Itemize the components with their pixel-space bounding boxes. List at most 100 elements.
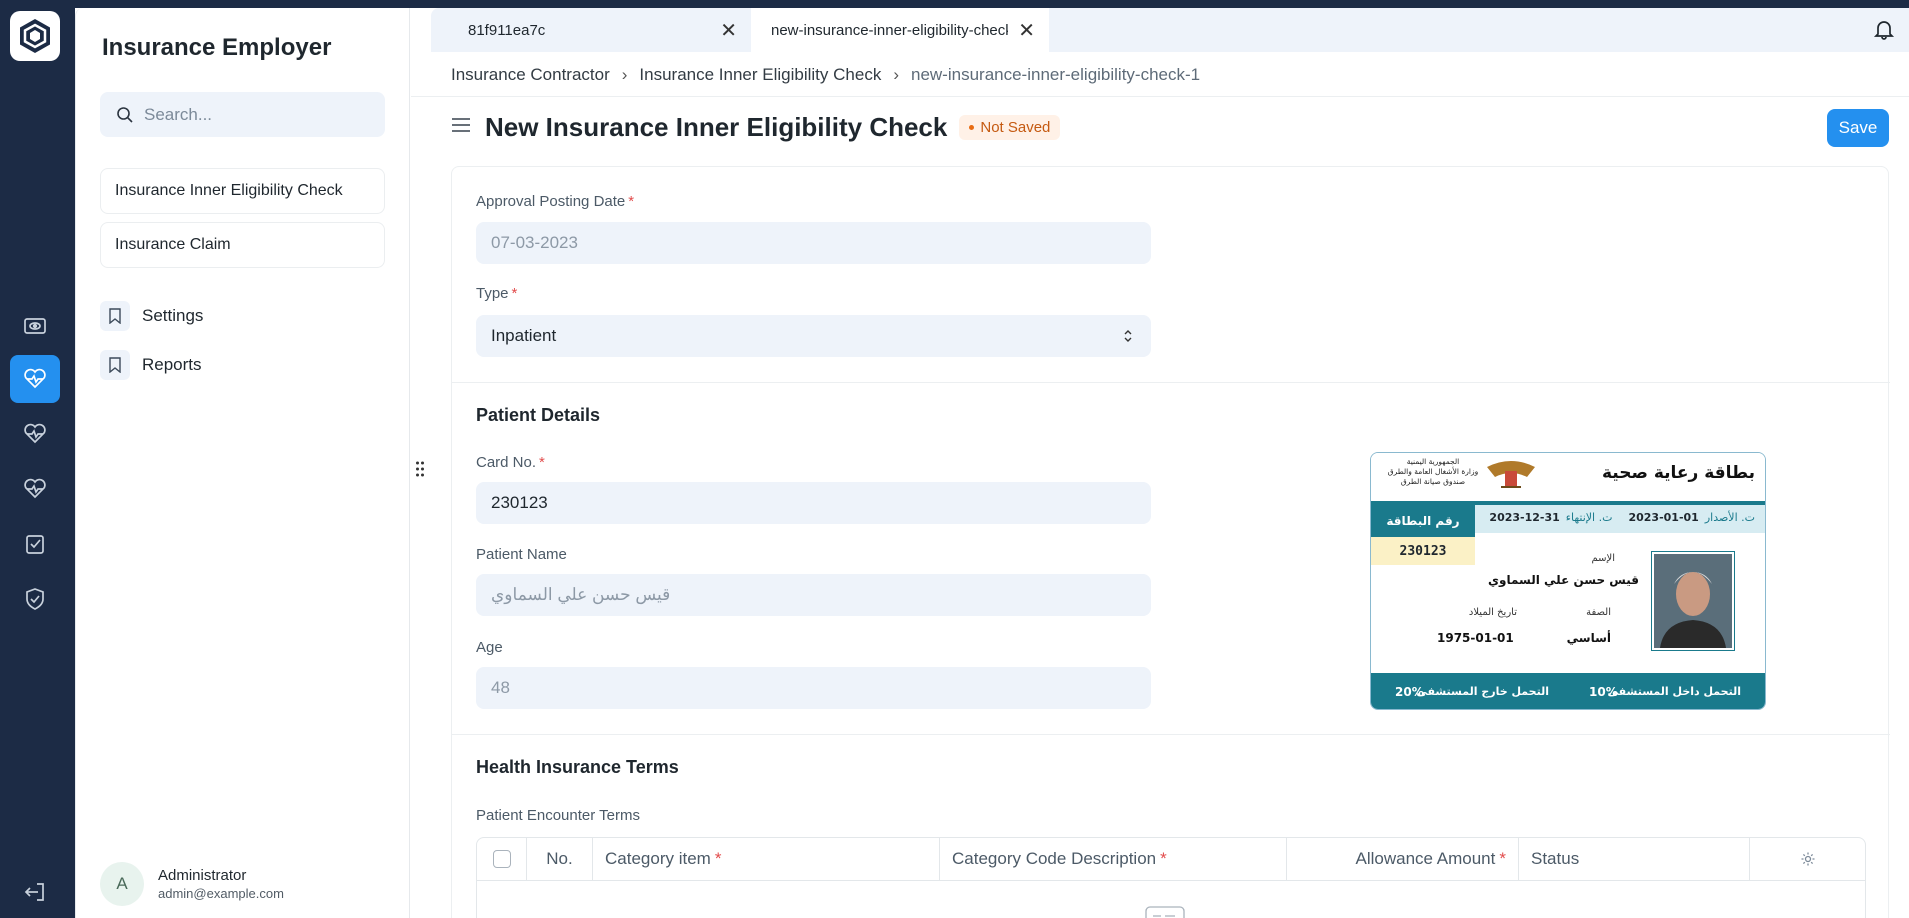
tab-label: 81f911ea7c: [468, 21, 546, 39]
column-no: No.: [527, 837, 593, 881]
notification-bell-icon[interactable]: [1873, 18, 1895, 45]
sidebar-resize-handle[interactable]: [415, 460, 425, 483]
select-all-checkbox[interactable]: [477, 837, 527, 881]
save-button[interactable]: Save: [1827, 109, 1889, 147]
avatar: A: [100, 862, 144, 906]
inpatient-pct: 10%: [1589, 685, 1618, 699]
outpatient-label: التحمل خارج المستشفى: [1416, 685, 1549, 698]
top-strip: [0, 0, 1909, 8]
breadcrumb-item[interactable]: Insurance Contractor: [451, 65, 610, 85]
sidebar-link-reports[interactable]: Reports: [100, 350, 202, 380]
gear-icon[interactable]: [1750, 838, 1865, 881]
search-placeholder: Search...: [144, 104, 213, 124]
patient-photo: [1651, 551, 1735, 651]
logo-icon: [20, 19, 50, 53]
section-divider: [452, 734, 1890, 735]
header-divider: [411, 96, 1909, 97]
sidebar-link-settings[interactable]: Settings: [100, 301, 203, 331]
status-badge: Not Saved: [959, 115, 1061, 140]
age-field[interactable]: 48: [476, 667, 1151, 709]
empty-table-icon: [1145, 906, 1185, 918]
heart-pulse-icon-2[interactable]: [10, 410, 60, 458]
inpatient-label: التحمل داخل المستشفى: [1607, 685, 1741, 698]
page-header: New Insurance Inner Eligibility Check No…: [451, 112, 1061, 143]
sidebar-link-label: Reports: [142, 355, 202, 374]
column-category-code-description: Category Code Description *: [940, 837, 1287, 881]
user-email: admin@example.com: [158, 886, 284, 901]
search-icon: [117, 106, 133, 123]
card-relation-label: الصفة: [1586, 607, 1611, 618]
card-issuer: الجمهورية اليمنية وزارة الأشغال العامة وا…: [1387, 457, 1479, 486]
breadcrumb: Insurance Contractor › Insurance Inner E…: [451, 65, 1200, 85]
sidebar-link-label: Settings: [142, 306, 204, 325]
card-title: بطاقة رعاية صحية: [1601, 463, 1755, 483]
column-status: Status: [1519, 837, 1750, 881]
emblem-icon: [1483, 457, 1539, 493]
sidebar-title: Insurance Employer: [102, 34, 332, 61]
user-name: Administrator: [158, 867, 247, 884]
patient-name-field[interactable]: قيس حسن علي السماوي: [476, 574, 1151, 616]
eye-card-icon[interactable]: [10, 302, 60, 350]
tab-bar: 81f911ea7c ✕ new-insurance-inner-eligibi…: [431, 8, 1049, 52]
tab-new-insurance-inner-eligibility-check[interactable]: new-insurance-inner-eligibility-check ✕: [751, 8, 1049, 52]
heart-pulse-icon[interactable]: [10, 355, 60, 403]
bookmark-icon: [100, 301, 130, 331]
sidebar-item-label: Insurance Inner Eligibility Check: [115, 182, 343, 199]
clipboard-check-icon[interactable]: [10, 520, 60, 568]
health-card-image: بطاقة رعاية صحية الجمهورية اليمنية وزارة …: [1370, 452, 1766, 710]
patient-name-label: Patient Name: [476, 546, 567, 563]
card-no-field[interactable]: 230123: [476, 482, 1151, 524]
updown-icon: [1124, 330, 1132, 342]
breadcrumb-current: new-insurance-inner-eligibility-check-1: [911, 65, 1201, 84]
heart-pulse-icon-3[interactable]: [10, 465, 60, 513]
column-category-item: Category item *: [593, 837, 940, 881]
card-name-label: الإسم: [1591, 553, 1615, 564]
table-header: No. Category item * Category Code Descrip…: [477, 837, 1865, 881]
status-text: Not Saved: [980, 119, 1051, 136]
column-allowance-amount: Allowance Amount *: [1287, 837, 1519, 881]
hamburger-icon[interactable]: [451, 117, 471, 138]
type-select[interactable]: Inpatient: [476, 315, 1151, 357]
patient-details-heading: Patient Details: [476, 405, 601, 425]
section-divider: [452, 382, 1890, 383]
search-input[interactable]: Search...: [100, 92, 385, 137]
shield-check-icon[interactable]: [10, 575, 60, 623]
app-logo[interactable]: [10, 11, 60, 61]
card-no-value: 230123: [1371, 537, 1475, 565]
app-rail: [0, 0, 75, 918]
health-insurance-terms-heading: Health Insurance Terms: [476, 757, 679, 777]
bookmark-icon: [100, 350, 130, 380]
person-photo-icon: [1654, 554, 1732, 648]
age-label: Age: [476, 639, 503, 656]
card-footer: التحمل داخل المستشفى 10% التحمل خارج الم…: [1371, 673, 1765, 709]
status-dot: [969, 125, 975, 130]
type-label: Type *: [476, 285, 518, 302]
card-dob: 1975-01-01: [1437, 631, 1514, 645]
main-area: 81f911ea7c ✕ new-insurance-inner-eligibi…: [411, 8, 1909, 918]
tab-label: new-insurance-inner-eligibility-check: [771, 21, 1009, 39]
sidebar-item-label: Insurance Claim: [115, 236, 231, 253]
sidebar-item-inner-eligibility-check[interactable]: Insurance Inner Eligibility Check: [100, 168, 385, 214]
encounter-terms-label: Patient Encounter Terms: [476, 807, 640, 824]
approval-date-field[interactable]: 07-03-2023: [476, 222, 1151, 264]
breadcrumb-item[interactable]: Insurance Inner Eligibility Check: [639, 65, 881, 85]
sidebar: Insurance Employer Search... Insurance I…: [75, 8, 410, 918]
sidebar-item-insurance-claim[interactable]: Insurance Claim: [100, 222, 385, 268]
card-dob-label: تاريخ الميلاد: [1468, 607, 1517, 618]
card-dates: ت. الأصدار 2023-01-01 ت. الإنتهاء 2023-1…: [1489, 511, 1755, 524]
approval-date-label: Approval Posting Date *: [476, 193, 635, 210]
tab-81f911ea7c[interactable]: 81f911ea7c ✕: [431, 8, 751, 52]
chevron-right-icon: ›: [621, 65, 628, 84]
logout-icon[interactable]: [10, 868, 60, 916]
user-profile[interactable]: A Administrator admin@example.com: [100, 862, 284, 906]
close-icon[interactable]: ✕: [720, 18, 737, 43]
card-relation: أساسي: [1566, 631, 1611, 645]
card-no-label: Card No. *: [476, 454, 545, 471]
page-title: New Insurance Inner Eligibility Check: [485, 112, 948, 142]
encounter-terms-table: No. Category item * Category Code Descrip…: [476, 837, 1866, 918]
card-no-tag: رقم البطاقة: [1371, 505, 1475, 537]
form-body: Approval Posting Date * 07-03-2023 Type * …: [451, 166, 1890, 918]
chevron-right-icon: ›: [893, 65, 899, 84]
card-header: بطاقة رعاية صحية الجمهورية اليمنية وزارة …: [1371, 453, 1765, 501]
close-icon[interactable]: ✕: [1018, 18, 1035, 43]
